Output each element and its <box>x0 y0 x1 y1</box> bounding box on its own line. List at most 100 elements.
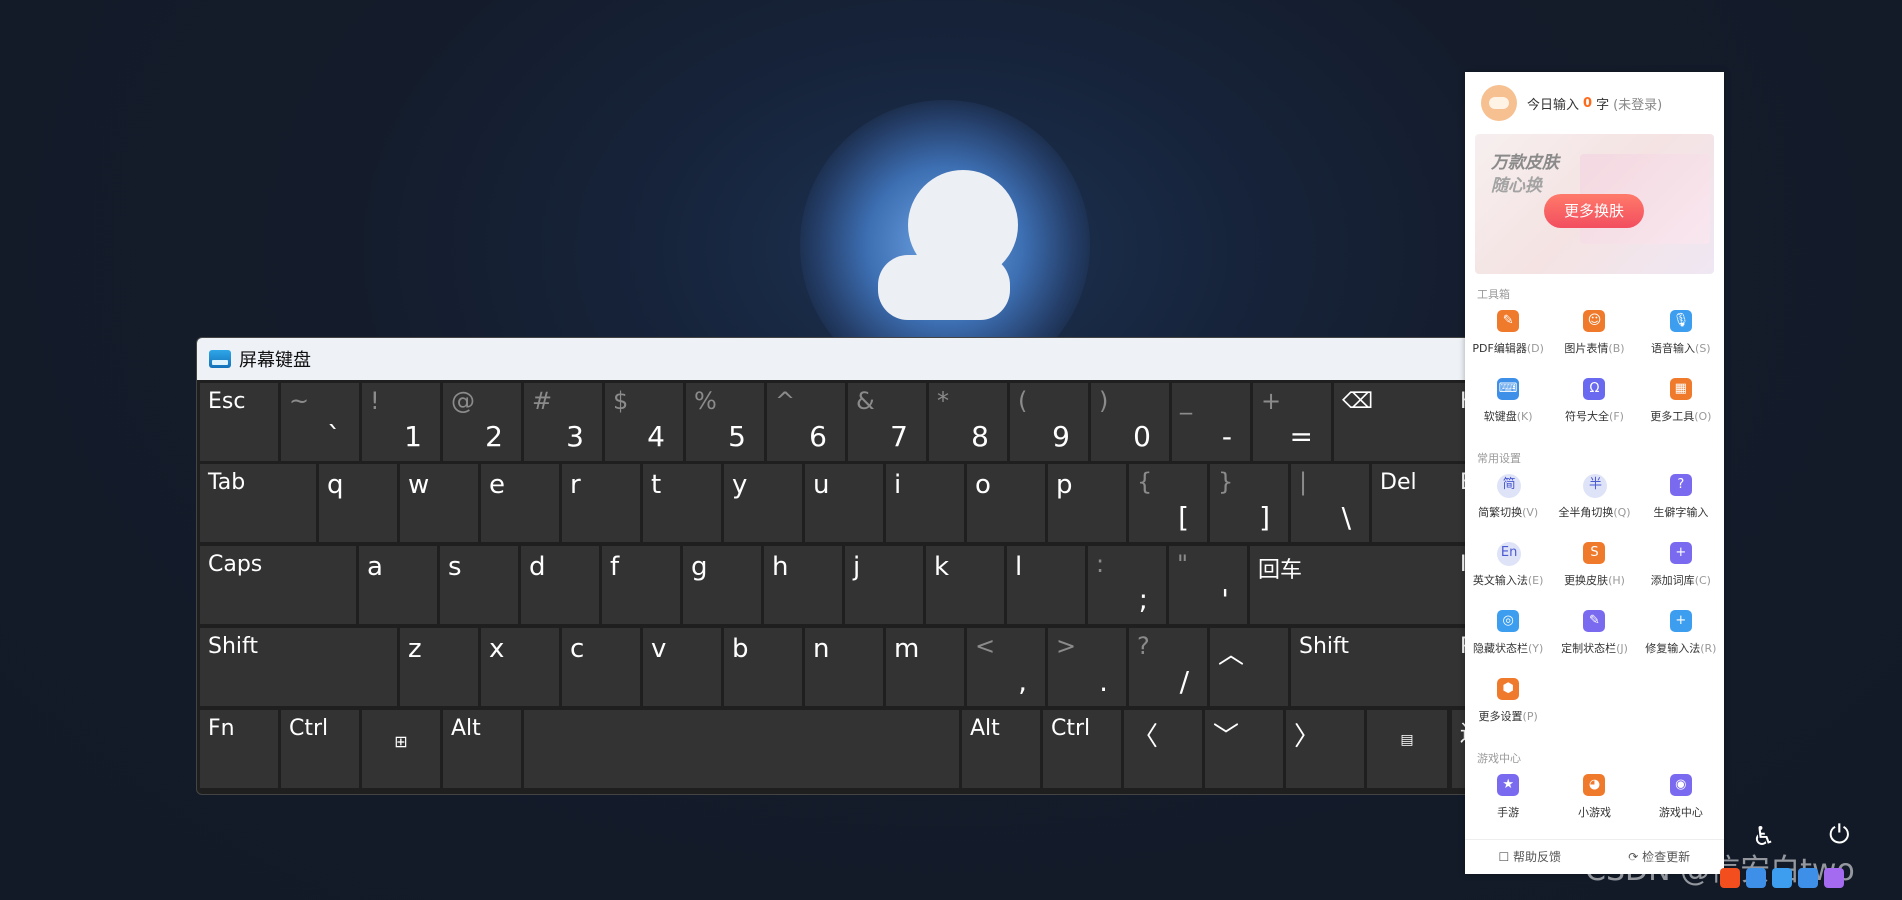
tool-item[interactable]: ◕ 小游戏 <box>1551 766 1637 834</box>
key-number[interactable]: $4 <box>605 383 683 461</box>
tool-label: 图片表情 <box>1564 342 1609 355</box>
tool-item[interactable]: ◉ 游戏中心 <box>1638 766 1724 834</box>
login-state[interactable]: (未登录) <box>1613 94 1662 113</box>
key-menu[interactable]: ▤ <box>1367 710 1447 788</box>
key-shift-left[interactable]: Shift <box>200 628 397 706</box>
tool-item[interactable]: Ω 符号大全(F) <box>1551 370 1637 438</box>
tool-hotkey: (B) <box>1608 342 1625 355</box>
key-letter[interactable]: s <box>440 546 518 624</box>
key-number[interactable]: ! 1 <box>362 383 440 461</box>
key-alt-left[interactable]: Alt <box>443 710 521 788</box>
key-letter[interactable]: l <box>1007 546 1085 624</box>
tool-item[interactable]: ✎ 定制状态栏(J) <box>1551 602 1637 670</box>
key-arrow-right[interactable]: 〉 <box>1286 710 1364 788</box>
key-number[interactable]: (9 <box>1010 383 1088 461</box>
key-letter[interactable]: v <box>643 628 721 706</box>
mascot-avatar-icon[interactable] <box>1481 85 1517 121</box>
key-del[interactable]: Del <box>1372 464 1452 542</box>
key-arrow-up[interactable]: ︿ <box>1210 628 1288 706</box>
tool-item[interactable]: 🎙 语音输入(S) <box>1638 302 1724 370</box>
key-fn[interactable]: Fn <box>200 710 278 788</box>
tool-item[interactable]: ⬢ 更多设置(P) <box>1465 670 1551 738</box>
osk-titlebar[interactable]: 屏幕键盘 <box>197 338 1474 380</box>
tray-skin-icon[interactable] <box>1824 868 1844 888</box>
key-shift-right[interactable]: Shift <box>1291 628 1453 706</box>
tool-item[interactable]: + 修复输入法(R) <box>1638 602 1724 670</box>
tool-item[interactable]: ▦ 更多工具(O) <box>1638 370 1724 438</box>
help-feedback-button[interactable]: ☐ 帮助反馈 <box>1465 840 1595 874</box>
key-letter[interactable]: t <box>643 464 721 542</box>
key-letter[interactable]: z <box>400 628 478 706</box>
tool-item[interactable]: ☺ 图片表情(B) <box>1551 302 1637 370</box>
key-symbol[interactable]: ? / <box>1129 628 1207 706</box>
key-esc[interactable]: Esc <box>200 383 278 461</box>
tray-microphone-icon[interactable] <box>1772 868 1792 888</box>
key-letter[interactable]: r <box>562 464 640 542</box>
key-number[interactable]: ) 0 <box>1091 383 1169 461</box>
tool-item[interactable]: ★ 手游 <box>1465 766 1551 834</box>
mode-icon[interactable] <box>1746 868 1766 888</box>
key-number[interactable]: & 7 <box>848 383 926 461</box>
key-letter[interactable]: x <box>481 628 559 706</box>
key-symbol[interactable]: " ' <box>1169 546 1247 624</box>
key-symbol[interactable]: | \ <box>1291 464 1369 542</box>
key-letter[interactable]: n <box>805 628 883 706</box>
tool-item[interactable]: ◎ 隐藏状态栏(Y) <box>1465 602 1551 670</box>
key-letter[interactable]: k <box>926 546 1004 624</box>
key-shift-label: & <box>856 387 875 415</box>
tool-item[interactable]: 半全半角切换(Q) <box>1551 466 1637 534</box>
key-enter[interactable]: 回车 <box>1250 546 1452 624</box>
key-windows[interactable]: ⊞ <box>362 710 440 788</box>
key-alt-right[interactable]: Alt <box>962 710 1040 788</box>
tool-item[interactable]: ? 生僻字输入 <box>1638 466 1724 534</box>
key-backspace[interactable]: ⌫ <box>1334 383 1456 461</box>
key-symbol[interactable]: >. <box>1048 628 1126 706</box>
tool-item[interactable]: 简简繁切换(V) <box>1465 466 1551 534</box>
key-letter[interactable]: b <box>724 628 802 706</box>
key-letter[interactable]: m <box>886 628 964 706</box>
key-number[interactable]: #3 <box>524 383 602 461</box>
key-symbol[interactable]: }] <box>1210 464 1288 542</box>
key-letter[interactable]: h <box>764 546 842 624</box>
key-number[interactable]: _ - <box>1172 383 1250 461</box>
key-symbol[interactable]: <, <box>967 628 1045 706</box>
more-skins-button[interactable]: 更多换肤 <box>1544 194 1644 228</box>
key-letter[interactable]: a <box>359 546 437 624</box>
key-number[interactable]: ^ 6 <box>767 383 845 461</box>
key-tab[interactable]: Tab <box>200 464 316 542</box>
key-arrow-down[interactable]: ﹀ <box>1205 710 1283 788</box>
key-number[interactable]: @2 <box>443 383 521 461</box>
key-caps[interactable]: Caps <box>200 546 356 624</box>
key-letter[interactable]: y <box>724 464 802 542</box>
tray-keyboard-icon[interactable] <box>1798 868 1818 888</box>
key-letter[interactable]: w <box>400 464 478 542</box>
key-number[interactable]: * 8 <box>929 383 1007 461</box>
key-letter[interactable]: p <box>1048 464 1126 542</box>
key-letter[interactable]: j <box>845 546 923 624</box>
key-letter[interactable]: u <box>805 464 883 542</box>
key-letter[interactable]: c <box>562 628 640 706</box>
key-number[interactable]: ~ ` <box>281 383 359 461</box>
key-letter[interactable]: e <box>481 464 559 542</box>
key-arrow-left[interactable]: 〈 <box>1124 710 1202 788</box>
key-symbol[interactable]: {[ <box>1129 464 1207 542</box>
key-ctrl-right[interactable]: Ctrl <box>1043 710 1121 788</box>
key-letter[interactable]: q <box>319 464 397 542</box>
key-letter[interactable]: o <box>967 464 1045 542</box>
sogou-logo-icon[interactable] <box>1720 868 1740 888</box>
key-letter[interactable]: g <box>683 546 761 624</box>
key-ctrl-left[interactable]: Ctrl <box>281 710 359 788</box>
skin-banner[interactable]: 万款皮肤 随心换 更多换肤 <box>1475 134 1714 274</box>
tool-item[interactable]: ✎ PDF编辑器(D) <box>1465 302 1551 370</box>
tool-item[interactable]: S 更换皮肤(H) <box>1551 534 1637 602</box>
key-letter[interactable]: i <box>886 464 964 542</box>
key-number[interactable]: + = <box>1253 383 1331 461</box>
key-letter[interactable]: f <box>602 546 680 624</box>
tool-item[interactable]: + 添加词库(C) <box>1638 534 1724 602</box>
key-number[interactable]: % 5 <box>686 383 764 461</box>
tool-item[interactable]: En 英文输入法(E) <box>1465 534 1551 602</box>
key-space[interactable] <box>524 710 959 788</box>
key-letter[interactable]: d <box>521 546 599 624</box>
tool-item[interactable]: ⌨ 软键盘(K) <box>1465 370 1551 438</box>
key-symbol[interactable]: :; <box>1088 546 1166 624</box>
